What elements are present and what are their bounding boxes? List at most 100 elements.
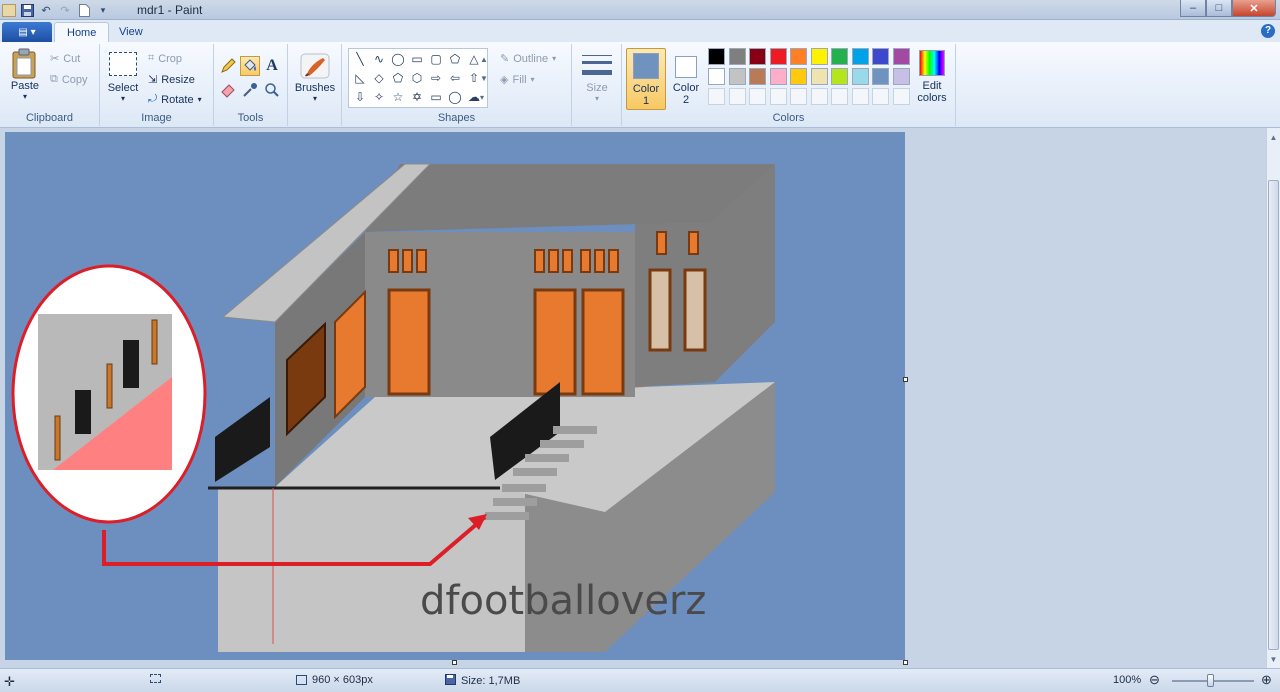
edit-colors-button[interactable]: Edit colors	[912, 50, 952, 104]
zoom-out-icon[interactable]: ⊖	[1149, 672, 1160, 688]
select-button[interactable]: Select ▾	[106, 52, 140, 103]
color-picker-tool[interactable]	[240, 80, 260, 100]
fill-tool[interactable]	[240, 56, 260, 76]
rainbow-icon	[919, 50, 945, 76]
palette-swatch[interactable]	[892, 68, 910, 85]
shapes-gallery-scroll[interactable]: ▲ ▼ ▾	[480, 50, 488, 107]
zoom-in-icon[interactable]: ⊕	[1261, 672, 1272, 688]
palette-swatch[interactable]	[728, 48, 746, 65]
palette-swatch[interactable]	[851, 48, 869, 65]
color2-button[interactable]: Color 2	[666, 48, 706, 110]
five-point-star-shape-icon[interactable]: ☆	[389, 88, 407, 106]
text-tool[interactable]: A	[262, 56, 282, 76]
eraser-tool[interactable]	[218, 80, 238, 100]
drawing-canvas[interactable]: dfootballoverz	[5, 132, 905, 660]
scroll-down-icon[interactable]: ▼	[1267, 652, 1280, 666]
palette-swatch[interactable]	[831, 68, 848, 85]
palette-swatch[interactable]	[790, 48, 807, 65]
selection-size	[150, 674, 161, 683]
door-2	[533, 288, 577, 396]
resize-button[interactable]: ⇲ Resize	[148, 73, 195, 87]
custom-color-slot[interactable]	[872, 88, 889, 105]
cut-button[interactable]: ✂ Cut	[50, 52, 80, 66]
line-shape-icon[interactable]: ╲	[351, 50, 369, 68]
file-menu-button[interactable]: ▤ ▾	[2, 22, 52, 42]
palette-swatch[interactable]	[769, 48, 787, 65]
paste-button[interactable]: Paste ▾	[6, 48, 44, 101]
curve-shape-icon[interactable]: ∿	[370, 50, 388, 68]
pencil-tool[interactable]	[218, 56, 238, 76]
palette-swatch[interactable]	[810, 48, 828, 65]
palette-swatch[interactable]	[749, 68, 766, 85]
palette-swatch[interactable]	[851, 68, 869, 85]
rectangle-shape-icon[interactable]: ▭	[408, 50, 426, 68]
maximize-button[interactable]: □	[1206, 0, 1232, 17]
custom-color-slot[interactable]	[749, 88, 766, 105]
right-arrow-shape-icon[interactable]: ⇨	[427, 69, 445, 87]
resize-handle-bottom[interactable]	[452, 660, 457, 665]
down-arrow-shape-icon[interactable]: ⇩	[351, 88, 369, 106]
custom-color-slot[interactable]	[892, 88, 910, 105]
polygon-shape-icon[interactable]: ⬠	[446, 50, 464, 68]
outline-button[interactable]: ✎ Outline ▾	[500, 52, 556, 66]
oval-shape-icon[interactable]: ◯	[389, 50, 407, 68]
callout-rect-shape-icon[interactable]: ▭	[427, 88, 445, 106]
brushes-label: Brushes	[294, 82, 336, 94]
scissors-icon: ✂	[50, 53, 60, 65]
help-icon[interactable]: ?	[1261, 24, 1275, 38]
copy-button[interactable]: ⧉ Copy	[50, 73, 88, 86]
tab-home[interactable]: Home	[54, 22, 110, 42]
minimize-button[interactable]: –	[1180, 0, 1206, 17]
diamond-shape-icon[interactable]: ◇	[370, 69, 388, 87]
scroll-up-icon[interactable]: ▲	[1267, 130, 1280, 144]
hexagon-shape-icon[interactable]: ⬡	[408, 69, 426, 87]
palette-swatch[interactable]	[810, 68, 828, 85]
palette-swatch[interactable]	[872, 48, 889, 65]
tools-group: A Tools	[214, 44, 288, 126]
resize-handle-corner[interactable]	[903, 660, 908, 665]
palette-swatch[interactable]	[831, 48, 848, 65]
custom-color-slot[interactable]	[728, 88, 746, 105]
zoom-slider-thumb[interactable]	[1207, 674, 1214, 687]
custom-color-slot[interactable]	[851, 88, 869, 105]
rotate-button[interactable]: ⤾ Rotate ▾	[148, 93, 202, 106]
palette-swatch[interactable]	[790, 68, 807, 85]
palette-swatch[interactable]	[872, 68, 889, 85]
size-group: Size ▾	[572, 44, 622, 126]
palette-swatch[interactable]	[728, 68, 746, 85]
pentagon-shape-icon[interactable]: ⬠	[389, 69, 407, 87]
custom-color-slot[interactable]	[810, 88, 828, 105]
magnifier-tool[interactable]	[262, 80, 282, 100]
color2-number: 2	[682, 94, 690, 106]
tab-view[interactable]: View	[107, 22, 155, 42]
palette-swatch[interactable]	[749, 48, 766, 65]
close-button[interactable]: ✕	[1232, 0, 1276, 17]
palette-swatch[interactable]	[708, 48, 725, 65]
status-bar: ✛ 960 × 603px Size: 1,7MB 100% ⊖ ⊕	[0, 668, 1280, 692]
resize-handle-right[interactable]	[903, 377, 908, 382]
select-rect-icon	[109, 52, 137, 76]
text-icon: A	[266, 57, 278, 74]
size-button[interactable]: Size ▾	[578, 52, 616, 103]
palette-swatch[interactable]	[892, 48, 910, 65]
palette-swatch[interactable]	[769, 68, 787, 85]
scroll-thumb[interactable]	[1268, 180, 1279, 650]
six-point-star-shape-icon[interactable]: ✡	[408, 88, 426, 106]
left-arrow-shape-icon[interactable]: ⇦	[446, 69, 464, 87]
four-point-star-shape-icon[interactable]: ✧	[370, 88, 388, 106]
rounded-rectangle-shape-icon[interactable]: ▢	[427, 50, 445, 68]
custom-color-slot[interactable]	[790, 88, 807, 105]
custom-color-slot[interactable]	[708, 88, 725, 105]
fill-button[interactable]: ◈ Fill ▾	[500, 73, 535, 87]
edit-colors-label: Edit	[922, 80, 942, 92]
brushes-button[interactable]: Brushes ▾	[294, 50, 336, 103]
crop-button[interactable]: ⌗ Crop	[148, 52, 182, 65]
palette-swatch[interactable]	[708, 68, 725, 85]
custom-color-slot[interactable]	[831, 88, 848, 105]
size-dropdown-icon: ▾	[594, 94, 599, 103]
right-triangle-shape-icon[interactable]: ◺	[351, 69, 369, 87]
callout-oval-shape-icon[interactable]: ◯	[446, 88, 464, 106]
custom-color-slot[interactable]	[769, 88, 787, 105]
vertical-scrollbar[interactable]: ▲ ▼	[1266, 128, 1280, 668]
color1-button[interactable]: Color 1	[626, 48, 666, 110]
